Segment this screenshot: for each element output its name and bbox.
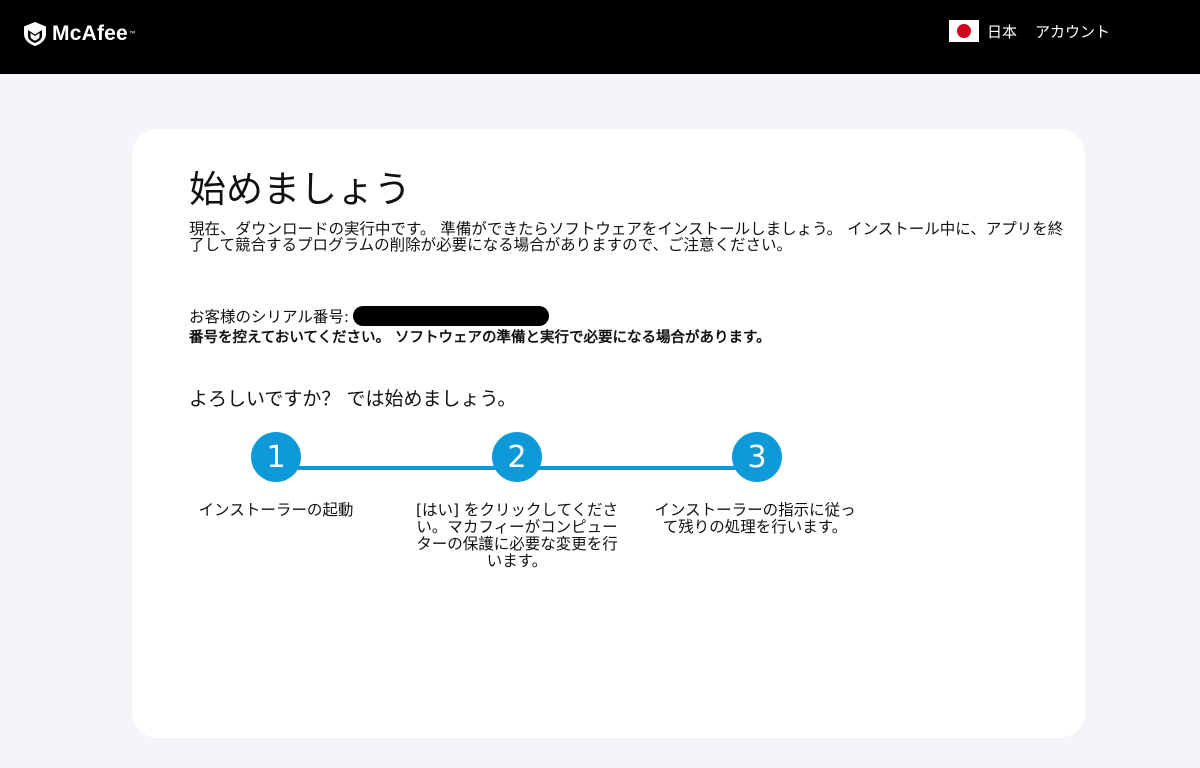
account-link[interactable]: アカウント <box>1035 21 1110 42</box>
japan-flag-icon[interactable] <box>948 20 979 42</box>
serial-label: お客様のシリアル番号: <box>189 308 350 326</box>
trademark-mark: ™ <box>128 29 137 39</box>
step-2-label: [はい] をクリックしてください。マカフィーがコンピューターの保護に必要な変更を… <box>415 501 619 570</box>
top-nav: 日本 アカウント <box>948 20 1110 42</box>
step-3-circle: 3 <box>732 432 782 482</box>
page-title: 始めましょう <box>189 168 411 211</box>
step-2-circle: 2 <box>492 432 542 482</box>
step-3-label: インストーラーの指示に従って残りの処理を行います。 <box>654 501 856 536</box>
brand-name: McAfee <box>52 22 128 45</box>
step-1-circle: 1 <box>251 432 301 482</box>
mcafee-shield-icon <box>24 22 46 46</box>
step-1-label: インストーラーの起動 <box>198 501 354 519</box>
serial-row: お客様のシリアル番号: <box>189 305 550 327</box>
header-bar: McAfee ™ 日本 アカウント <box>0 0 1200 74</box>
mcafee-logo[interactable]: McAfee ™ <box>24 22 137 46</box>
serial-note: 番号を控えておいてください。 ソフトウェアの準備と実行で必要になる場合があります… <box>189 330 771 346</box>
country-selector[interactable]: 日本 <box>987 21 1017 42</box>
intro-text: 現在、ダウンロードの実行中です。 準備ができたらソフトウェアをインストールしまし… <box>189 220 1064 254</box>
main-card: 始めましょう 現在、ダウンロードの実行中です。 準備ができたらソフトウェアをイン… <box>132 129 1085 738</box>
serial-number-redacted <box>353 306 550 326</box>
ready-text: よろしいですか？ では始めましょう。 <box>189 388 517 410</box>
